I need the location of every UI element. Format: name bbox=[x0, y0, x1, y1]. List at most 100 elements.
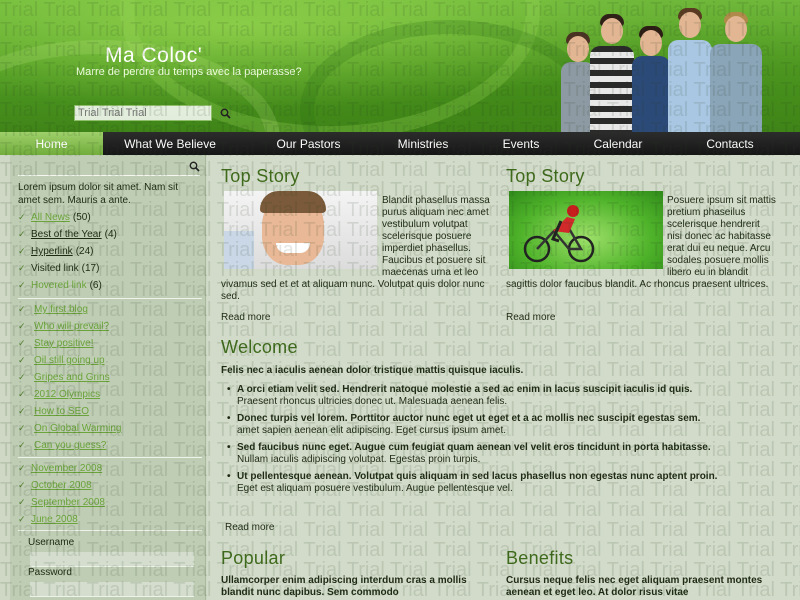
sidebar: Lorem ipsum dolor sit amet. Nam sit amet… bbox=[10, 155, 206, 600]
password-field[interactable] bbox=[30, 582, 194, 597]
list-item: Donec turpis vel lorem. Porttitor auctor… bbox=[221, 413, 781, 437]
nav-item-our-pastors[interactable]: Our Pastors bbox=[237, 132, 380, 155]
list-item: ✓ 2012 Olympics bbox=[18, 386, 202, 403]
list-item: ✓ Stay positive! bbox=[18, 335, 202, 352]
photo-person bbox=[588, 12, 636, 132]
category-link[interactable]: Best of the Year bbox=[31, 226, 102, 243]
nav-item-events[interactable]: Events bbox=[466, 132, 576, 155]
post-link[interactable]: Stay positive! bbox=[34, 335, 93, 352]
welcome-heading: Welcome bbox=[221, 337, 298, 357]
category-link[interactable]: All News bbox=[31, 209, 70, 226]
arrow-icon: ✓ bbox=[18, 246, 26, 256]
sidebar-categories: ✓ All News (50) ✓ Best of the Year (4) ✓… bbox=[18, 209, 202, 294]
list-item: A orci etiam velit sed. Hendrerit natoqu… bbox=[221, 384, 781, 408]
archive-link[interactable]: June 2008 bbox=[31, 511, 78, 528]
search-icon[interactable] bbox=[189, 159, 200, 177]
list-item: ✓ October 2008 bbox=[18, 477, 202, 494]
list-item: Sed faucibus nunc eget. Augue cum feugia… bbox=[221, 442, 781, 466]
list-item: ✓ September 2008 bbox=[18, 494, 202, 511]
nav-item-contacts[interactable]: Contacts bbox=[660, 132, 800, 155]
benefits-text: Cursus neque felis nec eget aliquam prae… bbox=[506, 575, 763, 598]
post-link[interactable]: Who will prevail? bbox=[34, 318, 109, 335]
story2-heading: Top Story bbox=[506, 166, 585, 186]
welcome-list: A orci etiam velit sed. Hendrerit natoqu… bbox=[221, 384, 781, 500]
arrow-icon: ✓ bbox=[18, 338, 26, 348]
site-header: Ma Coloc' Marre de perdre du temps avec … bbox=[0, 0, 800, 132]
arrow-icon: ✓ bbox=[18, 263, 26, 273]
arrow-icon: ✓ bbox=[18, 440, 26, 450]
list-item: ✓ June 2008 bbox=[18, 511, 202, 528]
category-count: (24) bbox=[75, 246, 94, 257]
category-count: (50) bbox=[72, 212, 91, 223]
nav-item-calendar[interactable]: Calendar bbox=[576, 132, 660, 155]
sidebar-divider bbox=[18, 530, 202, 531]
nav-item-home[interactable]: Home bbox=[0, 132, 103, 155]
arrow-icon: ✓ bbox=[18, 372, 26, 382]
post-link[interactable]: 2012 Olympics bbox=[34, 386, 100, 403]
arrow-icon: ✓ bbox=[18, 304, 26, 314]
search-icon[interactable] bbox=[220, 106, 231, 120]
story2-read-more-link[interactable]: Read more bbox=[506, 312, 555, 323]
list-item: ✓ How to SEO bbox=[18, 403, 202, 420]
post-link[interactable]: How to SEO bbox=[34, 403, 89, 420]
sidebar-intro-text: Lorem ipsum dolor sit amet. Nam sit amet… bbox=[18, 182, 179, 206]
popular-text: Ullamcorper enim adipiscing interdum cra… bbox=[221, 575, 467, 598]
story1-read-more-link[interactable]: Read more bbox=[221, 312, 270, 323]
category-link[interactable]: Visited link bbox=[31, 260, 79, 277]
archive-link[interactable]: November 2008 bbox=[31, 460, 102, 477]
main-nav: Home What We Believe Our Pastors Ministr… bbox=[0, 132, 800, 155]
category-count: (17) bbox=[81, 263, 100, 274]
list-item: ✓ Who will prevail? bbox=[18, 318, 202, 335]
post-link[interactable]: Gripes and Grins bbox=[34, 369, 110, 386]
archive-link[interactable]: September 2008 bbox=[31, 494, 105, 511]
welcome-item-text: Praesent rhoncus ultricies donec ut. Mal… bbox=[237, 396, 508, 407]
list-item: ✓ Can you guess? bbox=[18, 437, 202, 454]
header-search bbox=[74, 105, 231, 121]
photo-person bbox=[708, 10, 764, 132]
site-title: Ma Coloc' bbox=[105, 44, 203, 67]
post-link[interactable]: My first blog bbox=[34, 301, 88, 318]
list-item: ✓ Visited link (17) bbox=[18, 260, 202, 277]
category-count: (6) bbox=[89, 280, 102, 291]
nav-item-ministries[interactable]: Ministries bbox=[380, 132, 466, 155]
arrow-icon: ✓ bbox=[18, 229, 26, 239]
post-link[interactable]: Oil still going up bbox=[34, 352, 105, 369]
post-link[interactable]: Can you guess? bbox=[34, 437, 106, 454]
arrow-icon: ✓ bbox=[18, 514, 26, 524]
welcome-item-bold: Donec turpis vel lorem. Porttitor auctor… bbox=[237, 413, 701, 424]
arrow-icon: ✓ bbox=[18, 423, 26, 433]
benefits-heading: Benefits bbox=[506, 548, 574, 568]
list-item: ✓ November 2008 bbox=[18, 460, 202, 477]
list-item: ✓ My first blog bbox=[18, 301, 202, 318]
header-group-photo bbox=[558, 4, 794, 132]
category-link[interactable]: Hovered link bbox=[31, 277, 87, 294]
category-link[interactable]: Hyperlink bbox=[31, 243, 73, 260]
list-item: Ut pellentesque aenean. Volutpat quis al… bbox=[221, 471, 781, 495]
list-item: ✓ All News (50) bbox=[18, 209, 202, 226]
list-item: ✓ On Global Warming bbox=[18, 420, 202, 437]
site-tagline: Marre de perdre du temps avec la paperas… bbox=[76, 66, 302, 78]
post-link[interactable]: On Global Warming bbox=[34, 420, 121, 437]
arrow-icon: ✓ bbox=[18, 480, 26, 490]
arrow-icon: ✓ bbox=[18, 212, 26, 222]
sidebar-search[interactable] bbox=[18, 160, 200, 176]
welcome-item-text: amet sapien aenean elit adipiscing. Eget… bbox=[237, 425, 507, 436]
main-content: Top Story Blandit phasellus massa purus … bbox=[207, 155, 800, 600]
welcome-item-text: Nullam iaculis adipiscing volutpat. Eges… bbox=[237, 454, 481, 465]
welcome-lead-text: Felis nec a iaculis aenean dolor tristiq… bbox=[221, 365, 524, 376]
welcome-read-more-link[interactable]: Read more bbox=[225, 522, 274, 533]
list-item: ✓ Hyperlink (24) bbox=[18, 243, 202, 260]
username-field[interactable] bbox=[30, 552, 194, 567]
sidebar-divider bbox=[18, 457, 202, 458]
nav-item-what-we-believe[interactable]: What We Believe bbox=[103, 132, 237, 155]
archive-link[interactable]: October 2008 bbox=[31, 477, 92, 494]
list-item: ✓ Oil still going up bbox=[18, 352, 202, 369]
sidebar-archives: ✓ November 2008 ✓ October 2008 ✓ September … bbox=[18, 460, 202, 528]
header-search-input[interactable] bbox=[75, 106, 220, 120]
list-item: ✓ Hovered link (6) bbox=[18, 277, 202, 294]
popular-heading: Popular bbox=[221, 548, 286, 568]
arrow-icon: ✓ bbox=[18, 280, 26, 290]
story1-heading: Top Story bbox=[221, 166, 300, 186]
welcome-item-bold: Sed faucibus nunc eget. Augue cum feugia… bbox=[237, 442, 711, 453]
arrow-icon: ✓ bbox=[18, 463, 26, 473]
